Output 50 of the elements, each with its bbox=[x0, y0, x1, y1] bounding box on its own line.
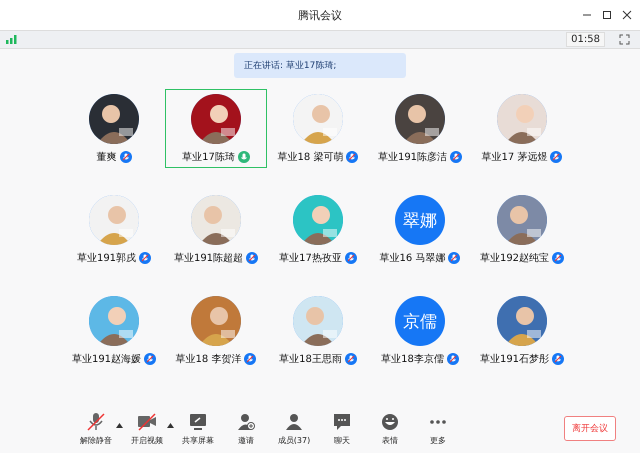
toolbar-button[interactable]: 聊天 bbox=[318, 410, 366, 446]
participant-tile[interactable]: 草业191陈超超 bbox=[165, 190, 267, 269]
avatar: 翠娜 bbox=[395, 195, 445, 245]
toolbar-button[interactable]: 邀请 bbox=[222, 410, 270, 446]
participant-name: 草业18 梁可萌 bbox=[278, 150, 344, 164]
participant-name: 草业192赵纯宝 bbox=[480, 252, 550, 265]
participant-name: 草业191陈超超 bbox=[174, 252, 244, 265]
participant-tile[interactable]: 草业192赵纯宝 bbox=[471, 190, 573, 269]
participant-name: 草业18李京儒 bbox=[381, 352, 444, 366]
maximize-icon[interactable] bbox=[602, 10, 612, 20]
leave-meeting-button[interactable]: 离开会议 bbox=[564, 416, 616, 440]
participant-tile[interactable]: 草业191陈彦洁 bbox=[369, 89, 471, 168]
participant-name: 草业17 茅远煜 bbox=[482, 150, 548, 164]
participant-tile[interactable]: 董爽 bbox=[63, 89, 165, 168]
participant-tile[interactable]: 草业18 李贺洋 bbox=[165, 291, 267, 370]
participant-tile[interactable]: 翠娜 草业16 马翠娜 bbox=[369, 190, 471, 269]
participant-tile[interactable]: 草业17热孜亚 bbox=[267, 190, 369, 269]
toolbar-button[interactable]: 成员(37) bbox=[270, 410, 318, 446]
participant-name: 草业17热孜亚 bbox=[279, 252, 342, 265]
participant-name: 草业191赵海媛 bbox=[72, 352, 142, 366]
avatar: 京儒 bbox=[395, 296, 445, 346]
participant-tile[interactable]: 草业18王思雨 bbox=[267, 291, 369, 370]
participant-name: 草业17陈琦 bbox=[182, 150, 235, 164]
participant-tile[interactable]: 草业191赵海媛 bbox=[63, 291, 165, 370]
participant-tile[interactable]: 草业191石梦彤 bbox=[471, 291, 573, 370]
participant-name: 草业18王思雨 bbox=[279, 352, 342, 366]
participant-name: 草业18 李贺洋 bbox=[176, 352, 242, 366]
signal-icon bbox=[6, 35, 17, 44]
toolbar-button[interactable]: 开启视频 bbox=[123, 410, 171, 446]
toolbar-button[interactable]: 解除静音 bbox=[72, 410, 120, 446]
toolbar-button[interactable]: 更多 bbox=[414, 410, 462, 446]
participant-tile[interactable]: 京儒 草业18李京儒 bbox=[369, 291, 471, 370]
participant-name: 草业191陈彦洁 bbox=[378, 150, 448, 164]
toolbar-button[interactable]: 共享屏幕 bbox=[174, 410, 222, 446]
meeting-timer: 01:58 bbox=[566, 32, 605, 47]
participant-name: 草业191郭戌 bbox=[76, 252, 136, 265]
participant-tile[interactable]: 草业17 茅远煜 bbox=[471, 89, 573, 168]
caret-icon[interactable] bbox=[167, 422, 174, 428]
participant-tile[interactable]: 草业191郭戌 bbox=[63, 190, 165, 269]
participant-name: 草业16 马翠娜 bbox=[380, 252, 446, 265]
close-icon[interactable] bbox=[622, 10, 632, 20]
participant-tile[interactable]: 草业17陈琦 bbox=[165, 89, 267, 168]
participant-name: 董爽 bbox=[96, 150, 116, 164]
speaking-banner: 正在讲话: 草业17陈琦; bbox=[234, 53, 406, 78]
caret-icon[interactable] bbox=[116, 422, 123, 428]
participant-name: 草业191石梦彤 bbox=[480, 352, 550, 366]
window-title: 腾讯会议 bbox=[298, 8, 342, 22]
fullscreen-icon[interactable] bbox=[619, 34, 630, 45]
participant-tile[interactable]: 草业18 梁可萌 bbox=[267, 89, 369, 168]
toolbar-button[interactable]: 表情 bbox=[366, 410, 414, 446]
